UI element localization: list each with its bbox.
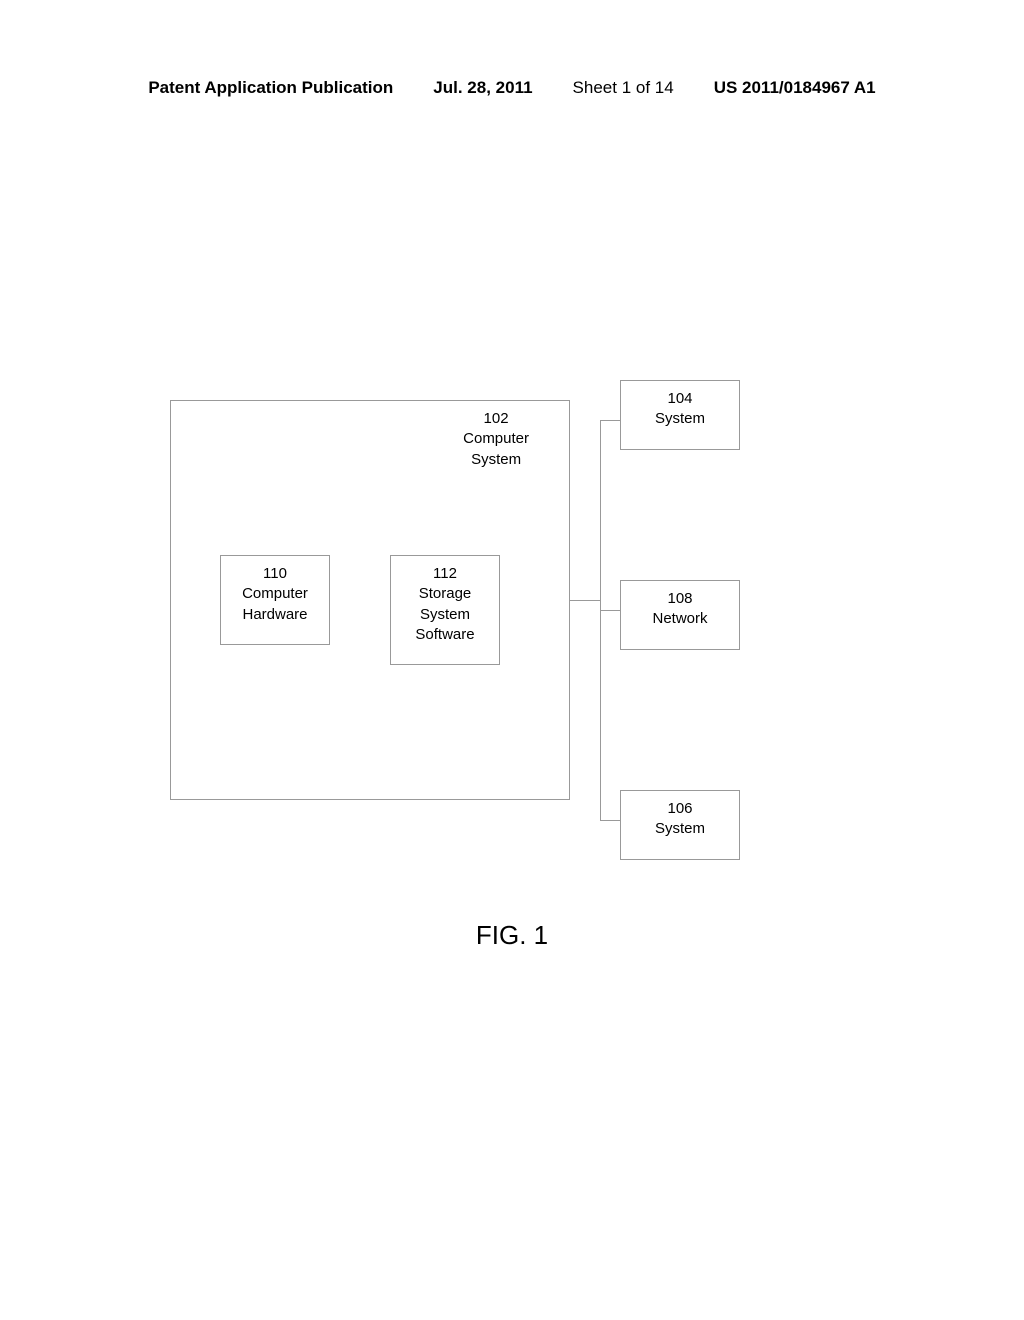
box-label: Computer System <box>463 429 529 470</box>
figure-caption: FIG. 1 <box>0 920 1024 951</box>
box-storage-system-software: 112 Storage System Software <box>390 555 500 665</box>
box-computer-hardware: 110 Computer Hardware <box>220 555 330 645</box>
connector-line <box>570 600 600 601</box>
box-number: 112 <box>391 564 499 584</box>
sheet-label: Sheet 1 of 14 <box>573 78 674 98</box>
connector-line <box>600 820 620 821</box>
box-system-106: 106 System <box>620 790 740 860</box>
box-number: 110 <box>221 564 329 584</box>
box-label: System <box>621 819 739 839</box>
page-header: Patent Application Publication Jul. 28, … <box>0 78 1024 98</box>
box-number: 106 <box>621 799 739 819</box>
box-system-104: 104 System <box>620 380 740 450</box>
box-label: Network <box>621 609 739 629</box>
date-label: Jul. 28, 2011 <box>433 78 532 98</box>
connector-line <box>600 420 620 421</box>
box-number: 104 <box>621 389 739 409</box>
publication-label: Patent Application Publication <box>148 78 393 98</box>
connector-line <box>600 420 601 820</box>
box-label: System <box>621 409 739 429</box>
connector-line <box>600 610 620 611</box>
box-number: 102 <box>463 409 529 429</box>
box-label: Storage System Software <box>391 584 499 645</box>
box-label: Computer Hardware <box>221 584 329 625</box>
box-network: 108 Network <box>620 580 740 650</box>
patent-number-label: US 2011/0184967 A1 <box>714 78 876 98</box>
box-number: 108 <box>621 589 739 609</box>
diagram-figure-1: 102 Computer System 110 Computer Hardwar… <box>0 380 1024 940</box>
